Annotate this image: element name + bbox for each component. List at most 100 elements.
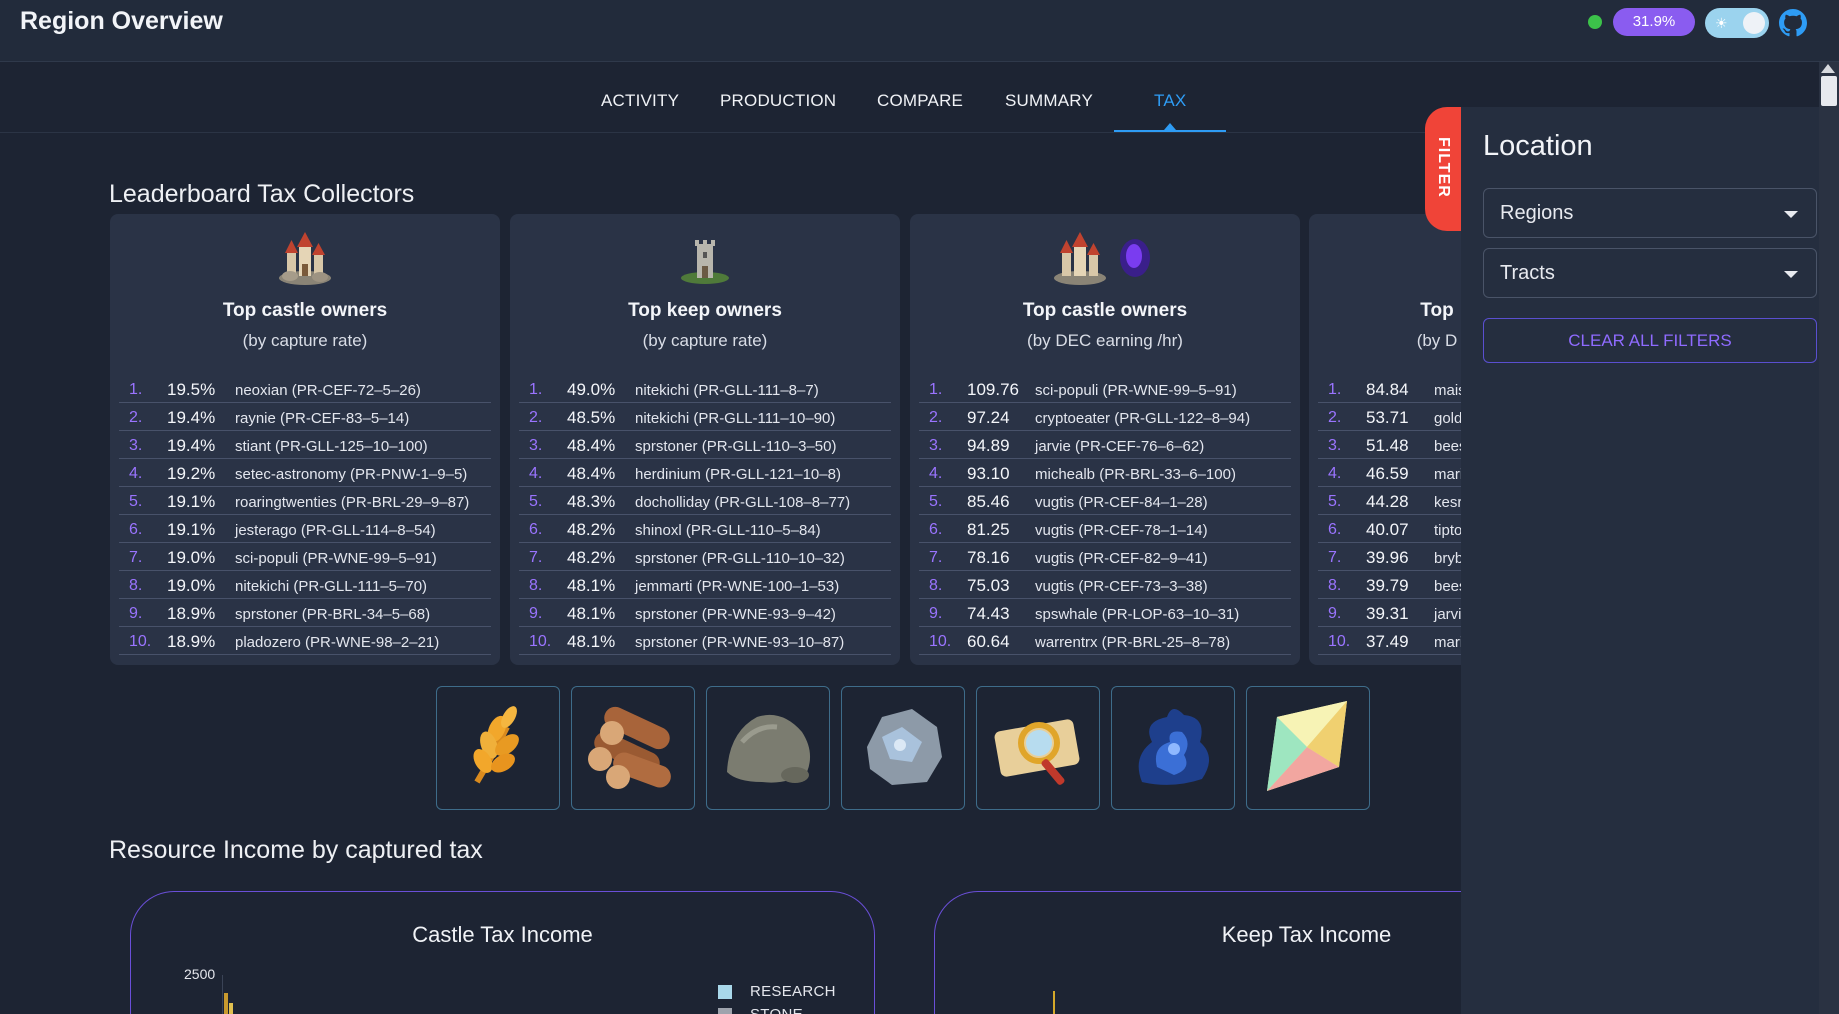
rank: 3. (929, 437, 943, 454)
owner: bryb (1434, 550, 1464, 567)
list-item: 6. 48.2% shinoxl (PR-GLL-110–5–84) (519, 515, 891, 543)
resource-aura-button[interactable] (1111, 686, 1235, 810)
value: 44.28 (1366, 492, 1409, 511)
castle-dec-icon (1054, 232, 1150, 285)
value: 39.96 (1366, 548, 1409, 567)
owner: herdinium (PR-GLL-121–10–8) (635, 466, 841, 483)
scrollbar[interactable] (1819, 62, 1839, 1014)
rank: 6. (929, 521, 943, 538)
owner: neoxian (PR-CEF-72–5–26) (235, 382, 421, 399)
tab-compare[interactable]: COMPARE (877, 91, 963, 111)
owner: sprstoner (PR-BRL-34–5–68) (235, 606, 431, 623)
value: 19.0% (167, 576, 216, 595)
list-item: 3. 48.4% sprstoner (PR-GLL-110–3–50) (519, 431, 891, 459)
github-icon[interactable] (1779, 9, 1807, 37)
rank: 7. (529, 549, 543, 566)
owner: raynie (PR-CEF-83–5–14) (235, 410, 410, 427)
rank: 5. (129, 493, 143, 510)
owner: stiant (PR-GLL-125–10–100) (235, 438, 428, 455)
owner: tipto (1434, 522, 1463, 539)
resource-research-button[interactable] (976, 686, 1100, 810)
owner: spswhale (PR-LOP-63–10–31) (1035, 606, 1240, 623)
list-item: 7. 19.0% sci-populi (PR-WNE-99–5–91) (119, 543, 491, 571)
value: 97.24 (967, 408, 1010, 427)
bar (1053, 991, 1055, 1014)
card-subtitle: (by capture rate) (642, 331, 768, 350)
tab-activity[interactable]: ACTIVITY (601, 91, 679, 111)
bar (229, 1003, 233, 1014)
regions-select[interactable]: Regions (1483, 188, 1817, 238)
tab-summary[interactable]: SUMMARY (1005, 91, 1093, 111)
list-item: 10. 48.1% sprstoner (PR-WNE-93–10–87) (519, 627, 891, 655)
value: 94.89 (967, 436, 1010, 455)
value: 48.4% (567, 464, 616, 483)
value: 48.2% (567, 520, 616, 539)
filter-tab-label: FILTER (1435, 137, 1452, 198)
castle-capture-card: Top castle owners (by capture rate) 1. 19… (110, 214, 500, 665)
tab-tax[interactable]: TAX (1154, 91, 1186, 111)
list-item: 2. 48.5% nitekichi (PR-GLL-111–10–90) (519, 403, 891, 431)
owner: sprstoner (PR-WNE-93–10–87) (635, 634, 845, 651)
owner: sprstoner (PR-GLL-110–3–50) (635, 438, 837, 455)
y-gridline (222, 975, 223, 1014)
rank: 10. (529, 633, 552, 650)
value: 39.31 (1366, 604, 1409, 623)
rank: 5. (929, 493, 943, 510)
scroll-up-arrow-icon[interactable] (1821, 64, 1835, 73)
owner: mari (1434, 634, 1464, 651)
clear-all-filters-button[interactable]: CLEAR ALL FILTERS (1483, 318, 1817, 363)
rank: 1. (129, 381, 143, 398)
resource-iron-button[interactable] (841, 686, 965, 810)
list-item: 6. 19.1% jesterago (PR-GLL-114–8–54) (119, 515, 491, 543)
list-item: 4. 48.4% herdinium (PR-GLL-121–10–8) (519, 459, 891, 487)
aura-icon (1138, 708, 1210, 785)
legend-label-research: RESEARCH (750, 983, 836, 1000)
resource-wood-button[interactable] (571, 686, 695, 810)
rank: 2. (1328, 409, 1342, 426)
rank: 9. (129, 605, 143, 622)
value: 51.48 (1366, 436, 1409, 455)
active-tab-caret (1164, 123, 1176, 130)
rank: 2. (929, 409, 943, 426)
iron-icon (867, 709, 942, 785)
list-item: 6. 81.25 vugtis (PR-CEF-78–1–14) (919, 515, 1291, 543)
owner: roaringtwenties (PR-BRL-29–9–87) (235, 494, 470, 511)
owner: michealb (PR-BRL-33–6–100) (1035, 466, 1236, 483)
filter-tab[interactable]: FILTER (1425, 107, 1463, 231)
leaderboard-list: 1. 49.0% nitekichi (PR-GLL-111–8–7) 2. 48.5… (519, 375, 891, 655)
rank: 6. (529, 521, 543, 538)
legend-swatch-stone (718, 1008, 732, 1014)
rank: 7. (1328, 549, 1342, 566)
tab-production[interactable]: PRODUCTION (720, 91, 836, 111)
owner: sci-populi (PR-WNE-99–5–91) (1035, 382, 1237, 399)
value: 39.79 (1366, 576, 1409, 595)
chevron-down-icon (1784, 271, 1798, 278)
owner: pladozero (PR-WNE-98–2–21) (235, 634, 440, 651)
resource-grain-button[interactable] (436, 686, 560, 810)
income-section-title: Resource Income by captured tax (109, 836, 483, 864)
legend-label-stone: STONE (750, 1006, 803, 1014)
value: 53.71 (1366, 408, 1409, 427)
filter-panel (1461, 107, 1819, 1014)
resource-stone-button[interactable] (706, 686, 830, 810)
list-item: 8. 19.0% nitekichi (PR-GLL-111–5–70) (119, 571, 491, 599)
list-item: 9. 18.9% sprstoner (PR-BRL-34–5–68) (119, 599, 491, 627)
resource-sps-button[interactable] (1246, 686, 1370, 810)
owner: nitekichi (PR-GLL-111–10–90) (635, 410, 836, 427)
rank: 1. (929, 381, 943, 398)
list-item: 1. 49.0% nitekichi (PR-GLL-111–8–7) (519, 375, 891, 403)
rank: 8. (1328, 577, 1342, 594)
tracts-select[interactable]: Tracts (1483, 248, 1817, 298)
value: 48.3% (567, 492, 616, 511)
scrollbar-thumb[interactable] (1821, 76, 1837, 106)
value: 84.84 (1366, 380, 1409, 399)
owner: jemmarti (PR-WNE-100–1–53) (635, 578, 840, 595)
sun-icon: ☀ (1715, 15, 1728, 31)
rank: 9. (1328, 605, 1342, 622)
value: 40.07 (1366, 520, 1409, 539)
value: 48.1% (567, 632, 616, 651)
list-item: 3. 94.89 jarvie (PR-CEF-76–6–62) (919, 431, 1291, 459)
theme-toggle[interactable]: ☀ (1705, 8, 1769, 38)
rank: 7. (129, 549, 143, 566)
list-item: 8. 75.03 vugtis (PR-CEF-73–3–38) (919, 571, 1291, 599)
